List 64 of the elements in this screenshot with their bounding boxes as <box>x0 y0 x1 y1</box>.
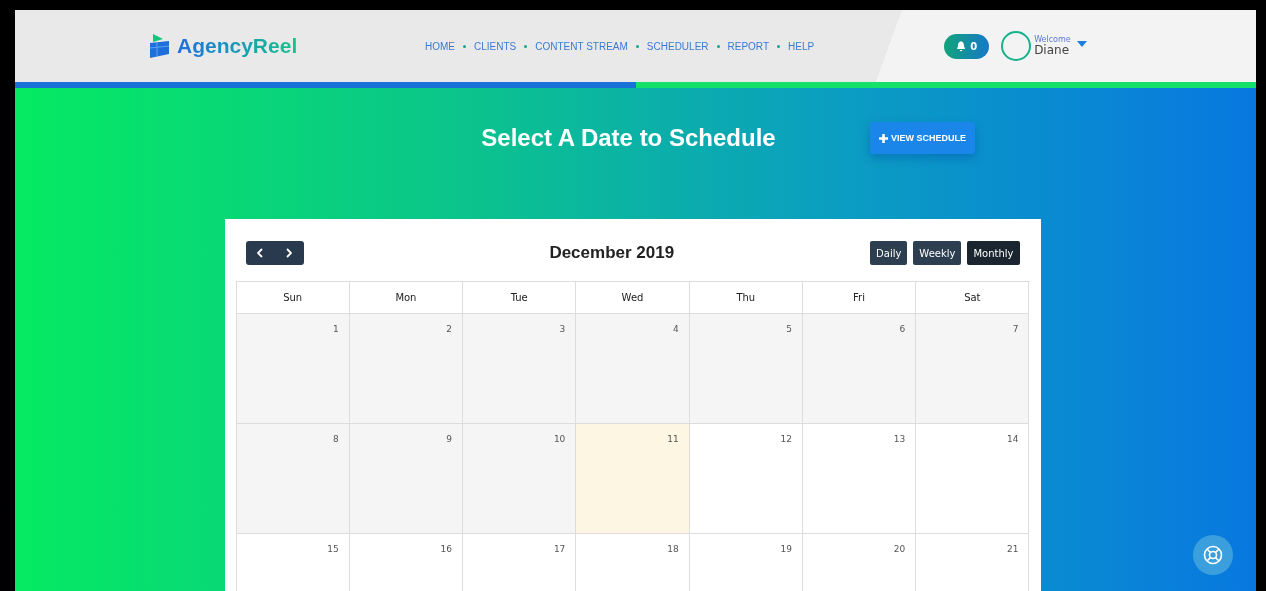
day-number: 9 <box>446 434 453 444</box>
logo-icon <box>149 34 171 58</box>
day-number: 3 <box>559 324 566 334</box>
day-cell[interactable]: 14 <box>916 424 1030 534</box>
day-cell[interactable]: 5 <box>689 314 803 424</box>
nav-separator-dot <box>463 44 466 48</box>
chevron-right-icon <box>286 248 292 258</box>
avatar[interactable] <box>1001 31 1032 61</box>
day-cell[interactable]: 9 <box>349 424 464 534</box>
nav-link[interactable]: HOME <box>425 40 455 52</box>
view-schedule-button[interactable]: VIEW SCHEDULE <box>870 122 975 154</box>
calendar-title: December 2019 <box>549 243 675 263</box>
caret-icon[interactable] <box>1076 41 1087 47</box>
view-tab[interactable]: Weekly <box>913 241 962 265</box>
plus-icon <box>879 133 888 143</box>
day-number: 14 <box>1007 434 1019 444</box>
day-number: 7 <box>1012 324 1019 334</box>
help-button[interactable] <box>1193 535 1233 575</box>
day-cell[interactable]: 7 <box>916 314 1030 424</box>
day-number: 19 <box>780 544 792 554</box>
day-number: 2 <box>446 324 453 334</box>
day-number: 12 <box>780 434 792 444</box>
nav-link[interactable]: CONTENT STREAM <box>535 40 628 52</box>
day-number: 13 <box>893 434 906 444</box>
day-number: 4 <box>672 324 679 334</box>
day-number: 15 <box>327 544 339 554</box>
lifebuoy-icon <box>1203 545 1223 565</box>
day-cell[interactable]: 6 <box>802 314 917 424</box>
day-cell[interactable]: 3 <box>463 314 577 424</box>
nav-separator-dot <box>635 44 639 48</box>
welcome-label: Welcome <box>1034 36 1071 44</box>
day-cell[interactable]: 1 <box>236 314 350 424</box>
nav-separator-dot <box>716 44 720 48</box>
nav-link[interactable]: SCHEDULER <box>646 40 709 52</box>
user-name[interactable]: Diane <box>1034 44 1071 56</box>
nav-link[interactable]: HELP <box>788 40 815 52</box>
view-tab[interactable]: Monthly <box>967 241 1020 265</box>
nav-link[interactable]: CLIENTS <box>474 40 517 52</box>
nav-link[interactable]: REPORT <box>727 40 770 52</box>
nav-separator-dot <box>524 44 528 48</box>
day-cell[interactable]: 2 <box>349 314 464 424</box>
notifications-button[interactable]: 0 <box>944 33 990 59</box>
day-cell[interactable]: 10 <box>463 424 577 534</box>
day-number: 11 <box>667 434 679 444</box>
day-number: 6 <box>899 324 906 334</box>
bell-icon <box>956 40 967 52</box>
day-number: 21 <box>1007 544 1019 554</box>
day-cell[interactable]: 4 <box>576 314 690 424</box>
day-number: 16 <box>440 544 453 554</box>
day-cell[interactable]: 12 <box>689 424 803 534</box>
day-cell[interactable]: 13 <box>802 424 917 534</box>
day-cell[interactable]: 8 <box>236 424 350 534</box>
day-number: 20 <box>893 544 906 554</box>
day-number: 10 <box>553 434 566 444</box>
page-title: Select A Date to Schedule <box>481 124 776 152</box>
nav-separator-dot <box>777 44 781 48</box>
day-number: 8 <box>333 434 339 444</box>
day-number: 17 <box>553 544 566 554</box>
day-number: 1 <box>333 324 339 334</box>
chevron-left-icon <box>257 248 263 258</box>
day-cell[interactable]: 11 <box>576 424 690 534</box>
day-number: 18 <box>667 544 679 554</box>
view-tab[interactable]: Daily <box>870 241 908 265</box>
day-number: 5 <box>786 324 792 334</box>
